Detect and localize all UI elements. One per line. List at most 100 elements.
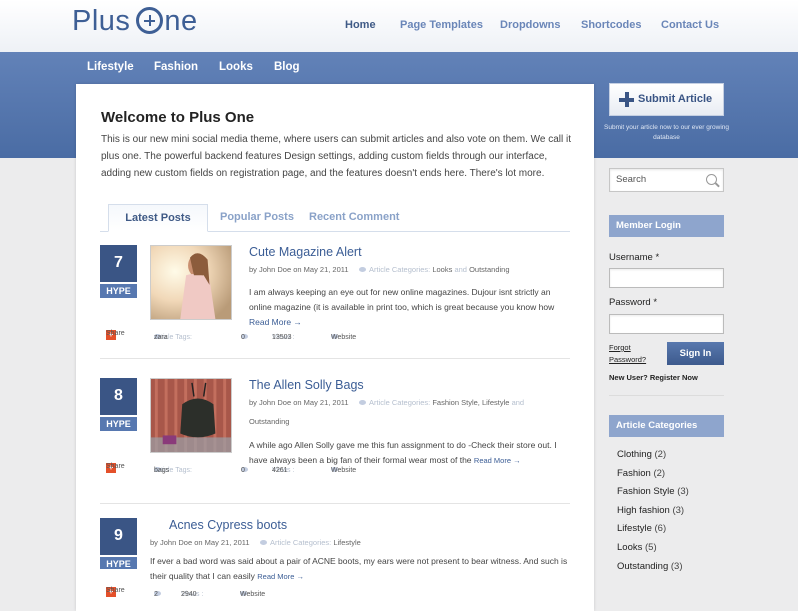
category-count: (2)	[654, 449, 667, 460]
excerpt-indent-mask	[100, 569, 150, 584]
tag-link[interactable]: bags	[154, 467, 169, 474]
meta-categories-label: Article Categories:	[368, 265, 431, 274]
post-item: 8 HYPE The Allen Solly Bags by John Doe …	[100, 378, 570, 504]
category-name: Lifestyle	[617, 523, 652, 534]
category-item[interactable]: Looks (5)	[617, 542, 657, 553]
post-title-link[interactable]: Cute Magazine Alert	[249, 245, 362, 259]
meta-and: and	[511, 398, 525, 407]
category-item[interactable]: Fashion (2)	[617, 468, 665, 479]
meta-on: on	[293, 265, 302, 274]
category-item[interactable]: Lifestyle (6)	[617, 523, 666, 534]
post-thumbnail-image[interactable]	[150, 245, 232, 320]
post-divider	[100, 358, 570, 359]
register-link[interactable]: New User? Register Now	[609, 373, 698, 382]
category-item[interactable]: Clothing (2)	[617, 449, 666, 460]
category-count: (3)	[670, 561, 683, 572]
meta-by: by	[150, 538, 158, 547]
username-field[interactable]	[609, 268, 724, 288]
post-category-link[interactable]: Lifestyle	[482, 398, 510, 407]
views-value: 2940	[181, 591, 197, 598]
hype-button[interactable]: HYPE	[100, 417, 137, 431]
post-meta: by John Doe on May 21, 2011 Article Cate…	[249, 398, 525, 428]
submit-article-label: Submit Article	[638, 93, 713, 105]
post-date: May 21, 2011	[303, 398, 349, 407]
category-count: (5)	[645, 542, 657, 553]
share-label: Share	[106, 463, 125, 470]
meta-on: on	[194, 538, 203, 547]
post-author[interactable]: John Doe	[160, 538, 192, 547]
meta-by: by	[249, 265, 257, 274]
meta-and: and	[454, 265, 467, 274]
catnav-lifestyle[interactable]: Lifestyle	[87, 61, 134, 73]
nav-page-templates[interactable]: Page Templates	[400, 19, 483, 31]
post-title-link[interactable]: The Allen Solly Bags	[249, 378, 364, 392]
post-excerpt: I am always keeping an eye out for new o…	[249, 285, 569, 330]
tab-popular-posts[interactable]: Popular Posts	[220, 204, 294, 232]
post-excerpt-text: I am always keeping an eye out for new o…	[249, 287, 555, 312]
catnav-blog[interactable]: Blog	[274, 61, 300, 73]
tab-recent-comment[interactable]: Recent Comment	[309, 204, 399, 232]
views-value: 13503	[272, 334, 292, 341]
forgot-password-link[interactable]: Forgot Password?	[609, 342, 646, 366]
post-category-link[interactable]: Outstanding	[469, 265, 509, 274]
category-name: Looks	[617, 542, 643, 553]
post-category-link[interactable]: Outstanding	[249, 416, 289, 428]
search-icon[interactable]	[706, 174, 717, 185]
password-label: Password *	[609, 297, 658, 308]
category-item[interactable]: High fashion (3)	[617, 505, 684, 516]
site-header: Plus ne Home Page Templates Dropdowns Sho…	[0, 0, 798, 52]
meta-categories-label: Article Categories:	[269, 538, 332, 547]
search-input[interactable]: Search	[609, 168, 724, 192]
category-item[interactable]: Fashion Style (3)	[617, 486, 689, 497]
password-field[interactable]	[609, 314, 724, 334]
post-author[interactable]: John Doe	[259, 265, 291, 274]
share-label: Share	[106, 587, 125, 594]
nav-contact-us[interactable]: Contact Us	[661, 19, 719, 31]
post-category-link[interactable]: Looks	[432, 265, 452, 274]
read-more-link[interactable]: Read More →	[257, 572, 304, 581]
nav-dropdowns[interactable]: Dropdowns	[500, 19, 561, 31]
post-author[interactable]: John Doe	[259, 398, 291, 407]
website-label: Website	[331, 467, 357, 474]
nav-home[interactable]: Home	[345, 19, 376, 31]
post-category-link[interactable]: Lifestyle	[333, 538, 361, 547]
category-count: (3)	[677, 486, 689, 497]
hype-count[interactable]: 7	[100, 245, 137, 282]
post-excerpt: A while ago Allen Solly gave me this fun…	[249, 438, 569, 468]
category-item[interactable]: Outstanding (3)	[617, 561, 683, 572]
read-more-link[interactable]: Read More →	[474, 456, 521, 465]
website-label: Website	[240, 591, 266, 598]
site-logo[interactable]: Plus ne	[72, 5, 198, 38]
category-count: (2)	[653, 468, 666, 479]
folder-icon	[358, 400, 366, 405]
logo-text-prefix: Plus	[72, 5, 131, 37]
tab-latest-posts[interactable]: Latest Posts	[108, 204, 208, 232]
meta-by: by	[249, 398, 257, 407]
catnav-fashion[interactable]: Fashion	[154, 61, 198, 73]
nav-shortcodes[interactable]: Shortcodes	[581, 19, 642, 31]
post-item: 7 HYPE Cute Magazine Alert by John Doe o…	[100, 245, 570, 365]
category-name: Outstanding	[617, 561, 669, 572]
sign-in-button[interactable]: Sign In	[667, 342, 724, 365]
category-name: Fashion	[617, 468, 651, 479]
post-category-link[interactable]: Fashion Style	[432, 398, 477, 407]
post-item: 9 HYPE Acnes Cypress boots by John Doe o…	[100, 518, 570, 611]
post-tabs: Latest Posts Popular Posts Recent Commen…	[100, 204, 570, 232]
hype-button[interactable]: HYPE	[100, 284, 137, 298]
category-name: High fashion	[617, 505, 670, 516]
catnav-looks[interactable]: Looks	[219, 61, 253, 73]
post-meta: by John Doe on May 21, 2011 Article Cate…	[150, 537, 361, 549]
submit-article-button[interactable]: Submit Article	[609, 83, 724, 116]
category-name: Fashion Style	[617, 486, 675, 497]
read-more-link[interactable]: Read More →	[249, 317, 302, 327]
meta-on: on	[293, 398, 302, 407]
hype-count[interactable]: 9	[100, 518, 137, 555]
tag-link[interactable]: zara	[154, 334, 168, 341]
article-categories-header: Article Categories	[609, 415, 724, 437]
post-thumbnail-image[interactable]	[150, 378, 232, 453]
hype-count[interactable]: 8	[100, 378, 137, 415]
member-login-header: Member Login	[609, 215, 724, 237]
post-title-link[interactable]: Acnes Cypress boots	[169, 518, 287, 532]
category-count: (3)	[672, 505, 685, 516]
page-title: Welcome to Plus One	[101, 109, 255, 126]
